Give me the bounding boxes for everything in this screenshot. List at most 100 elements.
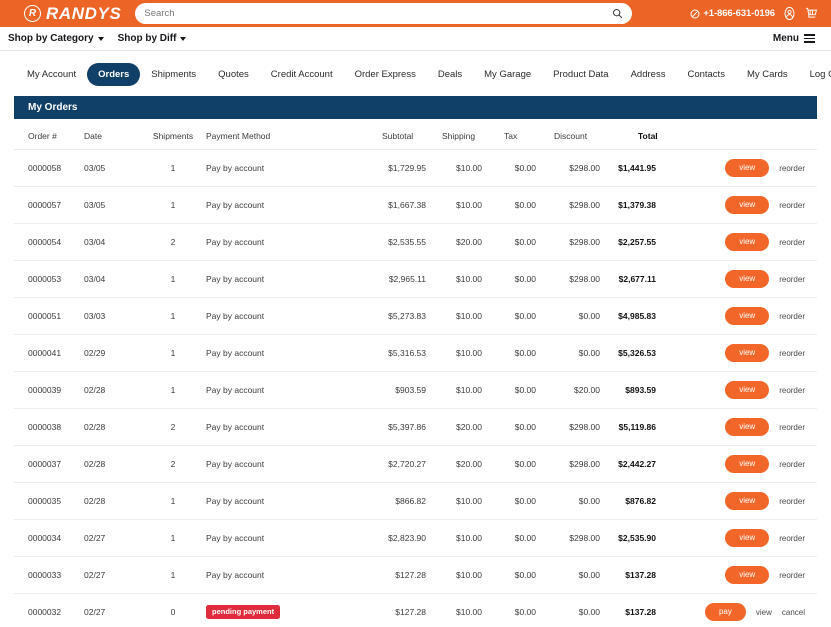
cancel-button[interactable]: cancel xyxy=(782,608,805,617)
column-header-discount: Discount xyxy=(544,119,610,150)
cell-shipments: 2 xyxy=(140,445,206,483)
cell-total: $2,535.90 xyxy=(610,519,688,557)
row-action-group: view reorder xyxy=(688,307,817,325)
tab-product-data[interactable]: Product Data xyxy=(542,63,619,86)
search-input[interactable] xyxy=(144,8,613,19)
orders-page: My Orders Order # Date Shipments Payment… xyxy=(0,96,831,627)
view-button[interactable]: view xyxy=(725,233,770,251)
reorder-button[interactable]: reorder xyxy=(779,312,805,321)
shop-by-category-menu[interactable]: Shop by Category xyxy=(8,33,104,44)
cell-total: $2,257.55 xyxy=(610,223,688,261)
reorder-button[interactable]: reorder xyxy=(779,238,805,247)
tab-address[interactable]: Address xyxy=(620,63,677,86)
row-action-group: view reorder xyxy=(688,492,817,510)
cell-discount: $298.00 xyxy=(544,260,610,298)
reorder-button[interactable]: reorder xyxy=(779,275,805,284)
cell-tax: $0.00 xyxy=(496,556,544,594)
view-button[interactable]: view xyxy=(756,608,772,617)
view-button[interactable]: view xyxy=(725,307,770,325)
view-button[interactable]: view xyxy=(725,196,770,214)
cell-actions: view reorder xyxy=(688,408,817,446)
view-button[interactable]: view xyxy=(725,492,770,510)
cell-payment-method: pending payment xyxy=(206,593,356,627)
column-header-date: Date xyxy=(84,119,140,150)
cell-date: 02/28 xyxy=(84,445,140,483)
shop-by-category-label: Shop by Category xyxy=(8,33,94,44)
orders-table-body: 0000058 03/05 1 Pay by account $1,729.95 $10.… xyxy=(14,149,817,627)
row-action-group: pay view cancel xyxy=(688,603,817,621)
cell-actions: view reorder xyxy=(688,297,817,335)
row-action-group: view reorder xyxy=(688,196,817,214)
main-menu-button[interactable]: Menu xyxy=(773,33,823,44)
cell-date: 03/05 xyxy=(84,149,140,187)
tab-my-garage[interactable]: My Garage xyxy=(473,63,542,86)
cell-discount: $0.00 xyxy=(544,482,610,520)
reorder-button[interactable]: reorder xyxy=(779,497,805,506)
view-button[interactable]: view xyxy=(725,455,770,473)
support-phone[interactable]: +1-866-631-0196 xyxy=(690,8,775,19)
cell-subtotal: $127.28 xyxy=(356,556,436,594)
search-icon[interactable] xyxy=(612,8,623,19)
tab-credit-account[interactable]: Credit Account xyxy=(260,63,344,86)
shop-by-diff-label: Shop by Diff xyxy=(117,33,177,44)
cell-shipments: 1 xyxy=(140,260,206,298)
shop-by-diff-menu[interactable]: Shop by Diff xyxy=(118,33,187,44)
tab-shipments[interactable]: Shipments xyxy=(140,63,207,86)
cell-payment-method: Pay by account xyxy=(206,223,356,261)
cell-subtotal: $2,823.90 xyxy=(356,519,436,557)
cell-order-number: 0000054 xyxy=(14,223,84,261)
row-action-group: view reorder xyxy=(688,418,817,436)
cell-order-number: 0000057 xyxy=(14,186,84,224)
reorder-button[interactable]: reorder xyxy=(779,201,805,210)
tab-order-express[interactable]: Order Express xyxy=(344,63,427,86)
cell-total: $1,379.38 xyxy=(610,186,688,224)
reorder-button[interactable]: reorder xyxy=(779,534,805,543)
cell-total: $4,985.83 xyxy=(610,297,688,335)
shopping-cart-icon[interactable] xyxy=(804,6,819,21)
cell-shipping: $10.00 xyxy=(436,260,496,298)
site-logo[interactable]: R RANDYS xyxy=(24,4,121,24)
reorder-button[interactable]: reorder xyxy=(779,164,805,173)
cell-payment-method: Pay by account xyxy=(206,371,356,409)
user-account-icon[interactable] xyxy=(782,6,797,21)
cell-shipments: 0 xyxy=(140,593,206,627)
cell-date: 02/27 xyxy=(84,593,140,627)
tab-my-account[interactable]: My Account xyxy=(16,63,87,86)
cell-total: $5,119.86 xyxy=(610,408,688,446)
tab-deals[interactable]: Deals xyxy=(427,63,473,86)
pay-button[interactable]: pay xyxy=(704,603,746,621)
tab-log-out[interactable]: Log Out xyxy=(799,63,831,86)
cell-discount: $298.00 xyxy=(544,223,610,261)
view-button[interactable]: view xyxy=(725,529,770,547)
cell-shipping: $20.00 xyxy=(436,223,496,261)
row-action-group: view reorder xyxy=(688,159,817,177)
cell-order-number: 0000032 xyxy=(14,593,84,627)
view-button[interactable]: view xyxy=(725,270,770,288)
reorder-button[interactable]: reorder xyxy=(779,460,805,469)
cell-payment-method: Pay by account xyxy=(206,482,356,520)
menu-label: Menu xyxy=(772,33,799,44)
reorder-button[interactable]: reorder xyxy=(779,349,805,358)
cell-order-number: 0000038 xyxy=(14,408,84,446)
cell-discount: $298.00 xyxy=(544,519,610,557)
tab-quotes[interactable]: Quotes xyxy=(207,63,260,86)
tab-contacts[interactable]: Contacts xyxy=(676,63,736,86)
cell-discount: $0.00 xyxy=(544,593,610,627)
cell-tax: $0.00 xyxy=(496,519,544,557)
view-button[interactable]: view xyxy=(725,159,770,177)
view-button[interactable]: view xyxy=(725,418,770,436)
view-button[interactable]: view xyxy=(725,381,770,399)
reorder-button[interactable]: reorder xyxy=(779,386,805,395)
reorder-button[interactable]: reorder xyxy=(779,571,805,580)
view-button[interactable]: view xyxy=(725,566,770,584)
view-button[interactable]: view xyxy=(725,344,770,362)
reorder-button[interactable]: reorder xyxy=(779,423,805,432)
tab-my-cards[interactable]: My Cards xyxy=(736,63,799,86)
cell-shipping: $10.00 xyxy=(436,186,496,224)
cell-actions: view reorder xyxy=(688,223,817,261)
tab-orders[interactable]: Orders xyxy=(87,63,141,86)
search-bar[interactable] xyxy=(135,3,633,24)
cell-payment-method: Pay by account xyxy=(206,445,356,483)
chevron-down-icon xyxy=(180,36,187,41)
cell-shipments: 1 xyxy=(140,482,206,520)
